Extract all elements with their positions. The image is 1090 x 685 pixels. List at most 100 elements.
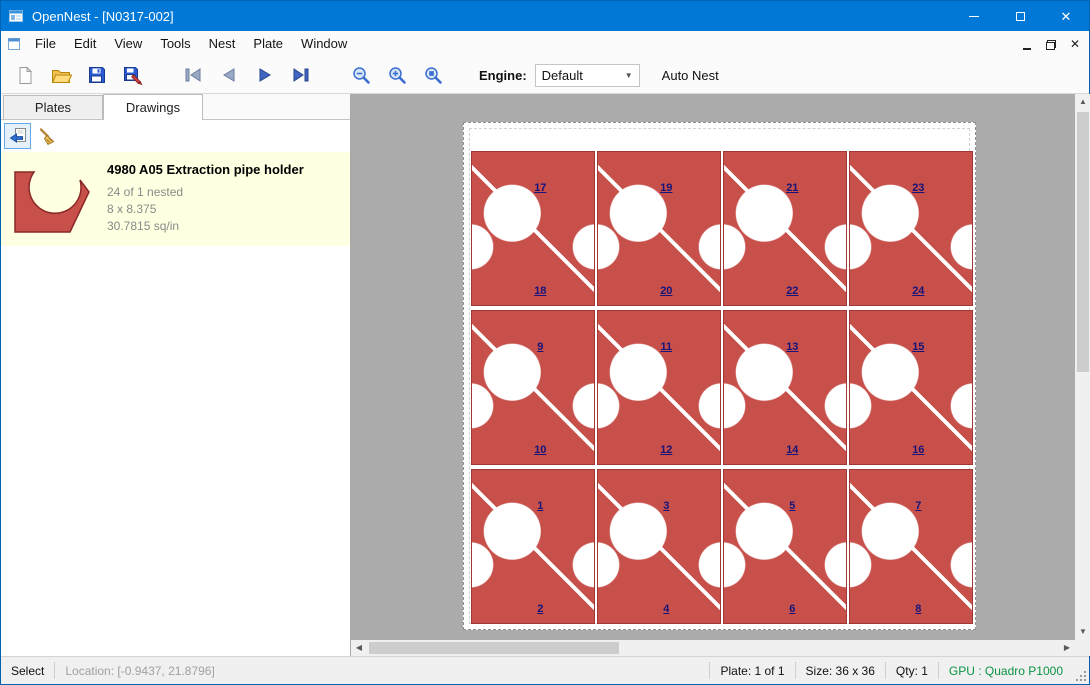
zoom-fit-button[interactable] xyxy=(417,60,449,90)
status-gpu: GPU : Quadro P1000 xyxy=(939,664,1073,678)
drawing-item-info: 4980 A05 Extraction pipe holder 24 of 1 … xyxy=(107,160,304,236)
scrollbar-corner xyxy=(1075,640,1090,656)
part-number: 7 xyxy=(915,500,921,512)
mdi-close-icon[interactable]: ✕ xyxy=(1067,36,1083,52)
auto-nest-button[interactable]: Auto Nest xyxy=(662,68,719,83)
part-number: 6 xyxy=(789,603,795,615)
drawing-nested-count: 24 of 1 nested xyxy=(107,184,304,201)
menu-nest[interactable]: Nest xyxy=(200,31,245,57)
nav-last-button[interactable] xyxy=(285,60,317,90)
engine-label: Engine: xyxy=(479,68,527,83)
part-number: 23 xyxy=(912,182,924,194)
menu-view[interactable]: View xyxy=(105,31,151,57)
zoom-in-button[interactable] xyxy=(381,60,413,90)
save-button[interactable] xyxy=(81,60,113,90)
scroll-right-icon[interactable]: ▶ xyxy=(1059,640,1075,656)
replace-drawing-button[interactable] xyxy=(4,123,31,149)
nav-last-icon xyxy=(291,67,311,83)
save-edit-icon xyxy=(123,66,143,85)
document-window-icon[interactable] xyxy=(6,36,22,52)
part-number: 15 xyxy=(912,341,924,353)
status-qty: Qty: 1 xyxy=(886,664,938,678)
sidebar: Plates Drawings 4980 A05 Extraction pipe… xyxy=(1,94,351,656)
scroll-down-icon[interactable]: ▼ xyxy=(1075,624,1090,640)
status-location: Location: [-0.9437, 21.8796] xyxy=(55,664,224,678)
nest-part-pair[interactable]: 19 20 xyxy=(597,151,721,306)
nav-next-button[interactable] xyxy=(249,60,281,90)
nav-prev-button[interactable] xyxy=(213,60,245,90)
menu-tools[interactable]: Tools xyxy=(151,31,199,57)
nest-part-pair[interactable]: 3 4 xyxy=(597,469,721,624)
nest-part-pair[interactable]: 17 18 xyxy=(471,151,595,306)
drawing-title: 4980 A05 Extraction pipe holder xyxy=(107,162,304,177)
nav-next-icon xyxy=(255,67,275,83)
nav-prev-icon xyxy=(219,67,239,83)
maximize-button[interactable] xyxy=(997,1,1043,31)
close-button[interactable]: ✕ xyxy=(1043,1,1089,31)
part-number: 8 xyxy=(915,603,921,615)
statusbar: Select Location: [-0.9437, 21.8796] Plat… xyxy=(1,656,1089,684)
tab-plates[interactable]: Plates xyxy=(3,95,103,119)
part-number: 14 xyxy=(786,444,798,456)
nest-canvas[interactable]: 17 18 19 20 21 22 xyxy=(351,94,1090,656)
new-document-button[interactable] xyxy=(9,60,41,90)
maximize-icon xyxy=(1016,12,1025,21)
main-toolbar: Engine: Default ▼ Auto Nest xyxy=(1,57,1089,94)
part-number: 24 xyxy=(912,285,924,297)
minimize-button[interactable] xyxy=(951,1,997,31)
status-mode: Select xyxy=(1,664,54,678)
sidebar-tabstrip: Plates Drawings xyxy=(1,94,350,120)
resize-grip[interactable] xyxy=(1073,657,1089,684)
titlebar[interactable]: OpenNest - [N0317-002] ✕ xyxy=(1,1,1089,31)
menu-plate[interactable]: Plate xyxy=(244,31,292,57)
save-edit-button[interactable] xyxy=(117,60,149,90)
part-number: 2 xyxy=(537,603,543,615)
part-number: 5 xyxy=(789,500,795,512)
engine-value: Default xyxy=(542,68,625,83)
menu-window[interactable]: Window xyxy=(292,31,356,57)
app-icon xyxy=(8,8,24,24)
scroll-left-icon[interactable]: ◀ xyxy=(351,640,367,656)
part-number: 13 xyxy=(786,341,798,353)
zoom-out-icon xyxy=(352,66,371,85)
nav-first-button[interactable] xyxy=(177,60,209,90)
scroll-up-icon[interactable]: ▲ xyxy=(1075,94,1090,110)
nest-part-pair[interactable]: 21 22 xyxy=(723,151,847,306)
mdi-restore-icon[interactable] xyxy=(1043,36,1059,52)
menu-edit[interactable]: Edit xyxy=(65,31,105,57)
zoom-out-button[interactable] xyxy=(345,60,377,90)
tab-drawings[interactable]: Drawings xyxy=(103,94,203,120)
nest-part-pair[interactable]: 15 16 xyxy=(849,310,973,465)
part-number: 17 xyxy=(534,182,546,194)
horizontal-scrollbar[interactable]: ◀ ▶ xyxy=(351,640,1075,656)
nest-part-pair[interactable]: 5 6 xyxy=(723,469,847,624)
engine-select[interactable]: Default ▼ xyxy=(535,64,640,87)
nest-part-pair[interactable]: 23 24 xyxy=(849,151,973,306)
vertical-scrollbar[interactable]: ▲ ▼ xyxy=(1075,94,1090,640)
window-controls: ✕ xyxy=(951,1,1089,31)
part-number: 11 xyxy=(660,341,672,353)
status-size: Size: 36 x 36 xyxy=(796,664,885,678)
drawing-list-item[interactable]: 4980 A05 Extraction pipe holder 24 of 1 … xyxy=(1,152,350,246)
plate[interactable]: 17 18 19 20 21 22 xyxy=(463,122,976,630)
nest-row: 17 18 19 20 21 22 xyxy=(471,151,973,306)
vertical-scrollbar-thumb[interactable] xyxy=(1077,112,1089,372)
nest-part-pair[interactable]: 9 10 xyxy=(471,310,595,465)
minimize-icon xyxy=(969,16,979,17)
broom-icon xyxy=(38,127,57,146)
part-number: 22 xyxy=(786,285,798,297)
open-folder-icon xyxy=(51,67,72,84)
nest-part-pair[interactable]: 1 2 xyxy=(471,469,595,624)
mdi-minimize-icon[interactable] xyxy=(1019,36,1035,52)
horizontal-scrollbar-thumb[interactable] xyxy=(369,642,619,654)
nest-part-pair[interactable]: 11 12 xyxy=(597,310,721,465)
open-button[interactable] xyxy=(45,60,77,90)
nest-part-pair[interactable]: 7 8 xyxy=(849,469,973,624)
chevron-down-icon: ▼ xyxy=(625,71,633,80)
clear-drawings-button[interactable] xyxy=(34,123,61,149)
canvas-viewport[interactable]: 17 18 19 20 21 22 xyxy=(351,94,1075,640)
nest-part-pair[interactable]: 13 14 xyxy=(723,310,847,465)
save-icon xyxy=(88,66,106,84)
menu-file[interactable]: File xyxy=(26,31,65,57)
status-plate: Plate: 1 of 1 xyxy=(710,664,794,678)
